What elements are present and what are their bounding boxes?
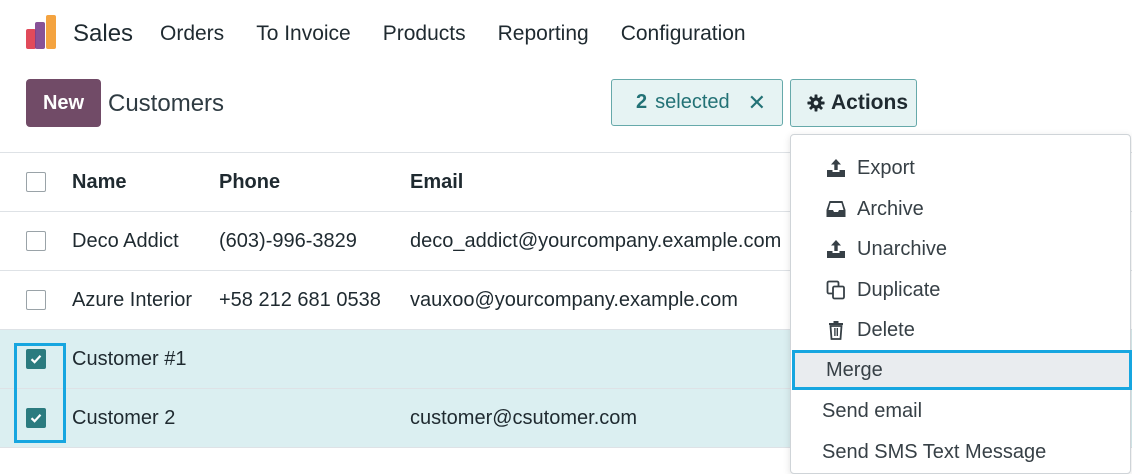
row-name: Azure Interior xyxy=(72,288,193,311)
row-checkbox[interactable] xyxy=(26,290,46,310)
row-checkbox-checked[interactable] xyxy=(26,349,46,369)
selection-badge: 2 selected ✕ xyxy=(611,79,783,126)
row-name: Customer #1 xyxy=(72,347,187,370)
menu-item-label: Duplicate xyxy=(857,278,941,301)
menu-item-send-sms[interactable]: Send SMS Text Message xyxy=(791,432,1130,472)
menu-item-label: Send email xyxy=(822,399,923,422)
trash-icon xyxy=(825,319,847,341)
row-checkbox[interactable] xyxy=(26,231,46,251)
menu-item-orders[interactable]: Orders xyxy=(160,22,224,46)
gear-icon xyxy=(807,94,825,112)
menu-item-label: Delete xyxy=(857,318,915,341)
row-email: customer@csutomer.com xyxy=(410,406,638,429)
menu-item-reporting[interactable]: Reporting xyxy=(498,22,589,46)
column-header-name[interactable]: Name xyxy=(72,153,126,211)
menu-item-label: Unarchive xyxy=(857,237,948,260)
menu-item-send-email[interactable]: Send email xyxy=(791,391,1130,431)
menu-item-unarchive[interactable]: Unarchive xyxy=(791,229,1130,269)
menu-item-label: Archive xyxy=(857,197,924,220)
selected-count: 2 xyxy=(636,91,648,113)
column-header-phone[interactable]: Phone xyxy=(219,153,280,211)
row-name: Customer 2 xyxy=(72,406,176,429)
inbox-icon xyxy=(825,198,847,220)
actions-label: Actions xyxy=(831,91,909,114)
checkmark-icon xyxy=(30,355,42,364)
selected-label: selected xyxy=(655,91,730,113)
row-email: vauxoo@yourcompany.example.com xyxy=(410,288,738,311)
app-name[interactable]: Sales xyxy=(73,20,133,48)
row-checkbox-checked[interactable] xyxy=(26,408,46,428)
menu-item-merge[interactable]: Merge xyxy=(792,350,1132,390)
menu-item-to-invoice[interactable]: To Invoice xyxy=(256,22,351,46)
copy-icon xyxy=(825,279,847,301)
row-name: Deco Addict xyxy=(72,229,179,252)
menu-item-archive[interactable]: Archive xyxy=(791,189,1130,229)
menu-item-products[interactable]: Products xyxy=(383,22,466,46)
row-email: deco_addict@yourcompany.example.com xyxy=(410,229,782,252)
select-all-checkbox[interactable] xyxy=(26,172,46,192)
menu-item-duplicate[interactable]: Duplicate xyxy=(791,270,1130,310)
menu-item-label: Merge xyxy=(826,358,883,381)
main-menu: Orders To Invoice Products Reporting Con… xyxy=(160,22,778,46)
checkmark-icon xyxy=(30,414,42,423)
menu-item-export[interactable]: Export xyxy=(791,148,1130,188)
row-phone: (603)-996-3829 xyxy=(219,229,357,252)
upload-icon xyxy=(825,157,847,179)
actions-button[interactable]: Actions xyxy=(790,79,917,127)
menu-item-label: Send SMS Text Message xyxy=(822,440,1047,463)
row-phone: +58 212 681 0538 xyxy=(219,288,381,311)
upload-icon xyxy=(825,238,847,260)
top-navbar: Sales Orders To Invoice Products Reporti… xyxy=(0,0,1132,68)
page-title[interactable]: Customers xyxy=(108,90,224,118)
new-button[interactable]: New xyxy=(26,79,101,127)
menu-item-label: Export xyxy=(857,156,915,179)
actions-dropdown-menu: Export Archive Unarchive Duplicate Delet… xyxy=(790,134,1132,474)
column-header-email[interactable]: Email xyxy=(410,153,463,211)
menu-item-delete[interactable]: Delete xyxy=(791,310,1130,350)
menu-item-configuration[interactable]: Configuration xyxy=(621,22,746,46)
odoo-sales-logo-icon[interactable] xyxy=(24,15,60,51)
clear-selection-icon[interactable]: ✕ xyxy=(748,90,766,116)
